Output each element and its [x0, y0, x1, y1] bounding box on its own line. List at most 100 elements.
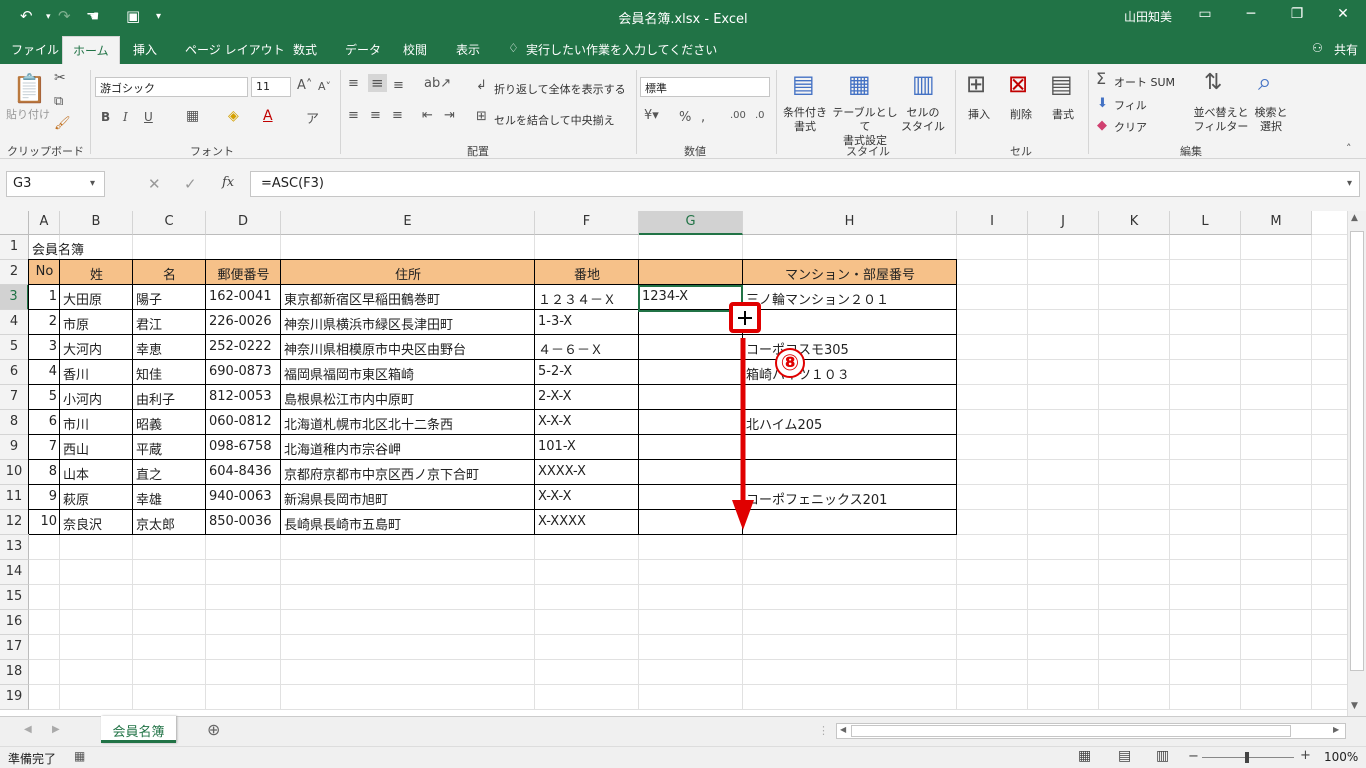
cell-F4[interactable]: 1-3-X — [535, 310, 575, 335]
cell-A3[interactable]: 1 — [29, 285, 60, 310]
cell-C3[interactable]: 陽子 — [133, 285, 165, 310]
collapse-ribbon-icon[interactable]: ˄ — [1346, 142, 1352, 155]
zoom-out-icon[interactable]: − — [1188, 749, 1199, 764]
decrease-font-icon[interactable]: A˅ — [318, 80, 331, 93]
align-bottom-icon[interactable]: ≡ — [393, 78, 404, 93]
autosum-icon[interactable]: Σ — [1096, 69, 1106, 88]
cell-C11[interactable]: 幸雄 — [133, 485, 165, 510]
clear-icon[interactable]: ◆ — [1097, 118, 1107, 133]
merge-center-button[interactable]: セルを結合して中央揃え — [494, 112, 615, 128]
cell-E10[interactable]: 京都府京都市中京区西ノ京下合町 — [281, 460, 482, 485]
header-cell-A[interactable]: No — [29, 260, 60, 285]
zoom-level[interactable]: 100% — [1324, 750, 1358, 764]
format-as-table-icon[interactable]: ▦ — [848, 70, 871, 98]
cell-F8[interactable]: X-X-X — [535, 410, 575, 435]
row-header-4[interactable]: 4 — [0, 310, 29, 335]
insert-cells-button[interactable]: 挿入 — [960, 106, 998, 122]
percent-icon[interactable]: % — [679, 110, 691, 125]
row-header-8[interactable]: 8 — [0, 410, 29, 435]
cell-C10[interactable]: 直之 — [133, 460, 165, 485]
column-header-M[interactable]: M — [1241, 211, 1312, 235]
cell-A7[interactable]: 5 — [29, 385, 60, 410]
cell-H10[interactable] — [743, 460, 749, 485]
cell-E5[interactable]: 神奈川県相模原市中央区由野台 — [281, 335, 469, 360]
delete-cells-icon[interactable]: ⊠ — [1008, 70, 1028, 98]
cell-G4[interactable] — [639, 310, 645, 335]
share-button[interactable]: 共有 — [1334, 41, 1358, 58]
header-cell-E[interactable]: 住所 — [281, 260, 535, 285]
cell-D7[interactable]: 812-0053 — [206, 385, 275, 410]
cell-H7[interactable] — [743, 385, 749, 410]
cell-B5[interactable]: 大河内 — [60, 335, 105, 360]
cell-G10[interactable] — [639, 460, 645, 485]
align-top-icon[interactable]: ≡ — [348, 76, 359, 91]
ribbon-display-icon[interactable]: ▭ — [1190, 6, 1220, 22]
vertical-scrollbar[interactable]: ▲ ▼ — [1347, 211, 1366, 716]
sort-filter-icon[interactable]: ⇅ — [1204, 70, 1222, 95]
name-box-dropdown-icon[interactable]: ▾ — [90, 178, 95, 189]
cell-F7[interactable]: 2-X-X — [535, 385, 575, 410]
header-cell-H[interactable]: マンション・部屋番号 — [743, 260, 957, 285]
paste-icon[interactable]: 📋 — [12, 72, 47, 105]
page-layout-view-icon[interactable]: ▤ — [1118, 748, 1131, 764]
cut-icon[interactable]: ✂ — [54, 70, 66, 86]
column-header-B[interactable]: B — [60, 211, 133, 235]
decrease-decimal-icon[interactable]: .0 — [755, 110, 765, 121]
increase-font-icon[interactable]: A˄ — [297, 78, 312, 93]
row-header-17[interactable]: 17 — [0, 635, 29, 660]
horizontal-scroll-thumb[interactable] — [851, 725, 1291, 737]
increase-decimal-icon[interactable]: .00 — [730, 110, 746, 121]
next-sheet-icon[interactable]: ▶ — [52, 724, 60, 735]
fill-color-icon[interactable]: ◈ — [228, 108, 239, 124]
cell-G3[interactable]: 1234-X — [639, 285, 691, 310]
find-select-button[interactable]: 検索と 選択 — [1250, 106, 1292, 134]
cell-E4[interactable]: 神奈川県横浜市緑区長津田町 — [281, 310, 456, 335]
column-header-I[interactable]: I — [957, 211, 1028, 235]
enter-icon[interactable]: ✓ — [184, 175, 197, 193]
zoom-in-icon[interactable]: + — [1300, 748, 1311, 763]
tab-formulas[interactable]: 数式 — [293, 41, 317, 58]
fill-icon[interactable]: ⬇ — [1097, 96, 1108, 111]
horizontal-scrollbar[interactable]: ◀ ▶ — [836, 723, 1346, 739]
borders-icon[interactable]: ▦ — [186, 108, 199, 124]
zoom-slider-thumb[interactable] — [1245, 752, 1249, 763]
wrap-text-button[interactable]: 折り返して全体を表示する — [494, 81, 626, 97]
row-header-13[interactable]: 13 — [0, 535, 29, 560]
cell-H8[interactable]: 北ハイム205 — [743, 410, 825, 435]
format-painter-icon[interactable]: 🖌 — [54, 116, 71, 131]
cancel-icon[interactable]: ✕ — [148, 175, 161, 193]
tab-review[interactable]: 校閲 — [403, 41, 427, 58]
cell-G6[interactable] — [639, 360, 645, 385]
cell-D10[interactable]: 604-8436 — [206, 460, 275, 485]
row-header-6[interactable]: 6 — [0, 360, 29, 385]
comma-icon[interactable]: , — [701, 110, 705, 125]
font-name-combo[interactable]: 游ゴシック — [95, 77, 248, 97]
cell-H12[interactable] — [743, 510, 749, 535]
cell-A4[interactable]: 2 — [29, 310, 60, 335]
cell-C7[interactable]: 由利子 — [133, 385, 178, 410]
paste-button[interactable]: 貼り付け — [6, 106, 50, 122]
minimize-icon[interactable]: ─ — [1236, 6, 1266, 22]
cell-A10[interactable]: 8 — [29, 460, 60, 485]
normal-view-icon[interactable]: ▦ — [1078, 748, 1091, 764]
find-select-icon[interactable]: ⌕ — [1258, 68, 1271, 96]
cell-C12[interactable]: 京太郎 — [133, 510, 178, 535]
currency-icon[interactable]: ¥▾ — [644, 108, 659, 123]
column-header-F[interactable]: F — [535, 211, 639, 235]
format-as-table-button[interactable]: テーブルとして 書式設定 — [828, 106, 902, 148]
row-header-18[interactable]: 18 — [0, 660, 29, 685]
column-header-K[interactable]: K — [1099, 211, 1170, 235]
column-header-H[interactable]: H — [743, 211, 957, 235]
header-cell-F[interactable]: 番地 — [535, 260, 639, 285]
column-header-J[interactable]: J — [1028, 211, 1099, 235]
cell-F5[interactable]: ４－６－Ｘ — [535, 335, 606, 360]
font-color-icon[interactable]: A — [263, 108, 273, 124]
row-header-11[interactable]: 11 — [0, 485, 29, 510]
select-all-corner[interactable] — [0, 211, 29, 235]
row-header-10[interactable]: 10 — [0, 460, 29, 485]
conditional-format-button[interactable]: 条件付き 書式 — [780, 106, 830, 134]
tell-me-box[interactable]: 実行したい作業を入力してください — [526, 41, 717, 58]
row-header-1[interactable]: 1 — [0, 235, 29, 260]
cell-C8[interactable]: 昭義 — [133, 410, 165, 435]
cell-A12[interactable]: 10 — [29, 510, 60, 535]
